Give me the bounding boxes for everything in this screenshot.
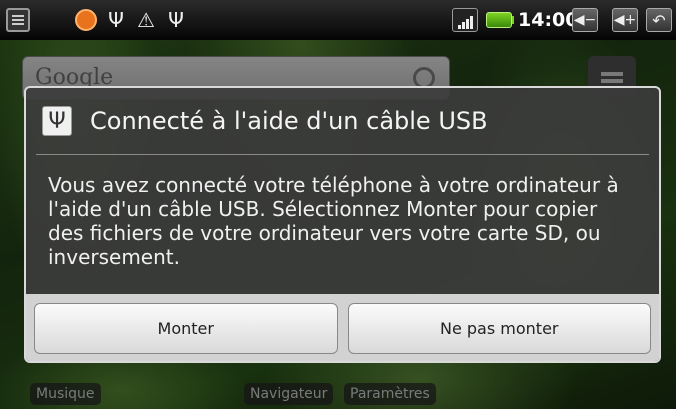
usb-debug-icon: Ψ (168, 8, 184, 32)
volume-down-icon[interactable]: ◀− (572, 8, 598, 32)
dialog-button-bar: Monter Ne pas monter (26, 294, 659, 361)
menu-icon[interactable] (6, 8, 30, 32)
usb-icon: Ψ (108, 8, 124, 32)
warning-triangle-icon: ⚠ (137, 8, 155, 32)
dialog-header: Ψ Connecté à l'aide d'un câble USB (26, 88, 659, 154)
usb-icon: Ψ (42, 106, 72, 136)
dont-mount-button[interactable]: Ne pas monter (347, 303, 651, 354)
status-clock: 14:00 (518, 9, 579, 31)
dialog-message: Vous avez connecté votre téléphone à vot… (48, 173, 619, 269)
mount-button[interactable]: Monter (34, 303, 338, 354)
usb-connected-dialog: Ψ Connecté à l'aide d'un câble USB Vous … (24, 86, 661, 363)
dialog-title: Connecté à l'aide d'un câble USB (90, 107, 488, 135)
back-icon[interactable]: ↶ (646, 8, 672, 32)
warning-orange-icon (74, 8, 98, 32)
battery-icon (484, 8, 516, 32)
signal-icon (452, 8, 478, 32)
status-bar: Ψ ⚠ Ψ 14:00 ◀− ◀+ ↶ (0, 0, 676, 40)
volume-up-icon[interactable]: ◀+ (612, 8, 638, 32)
